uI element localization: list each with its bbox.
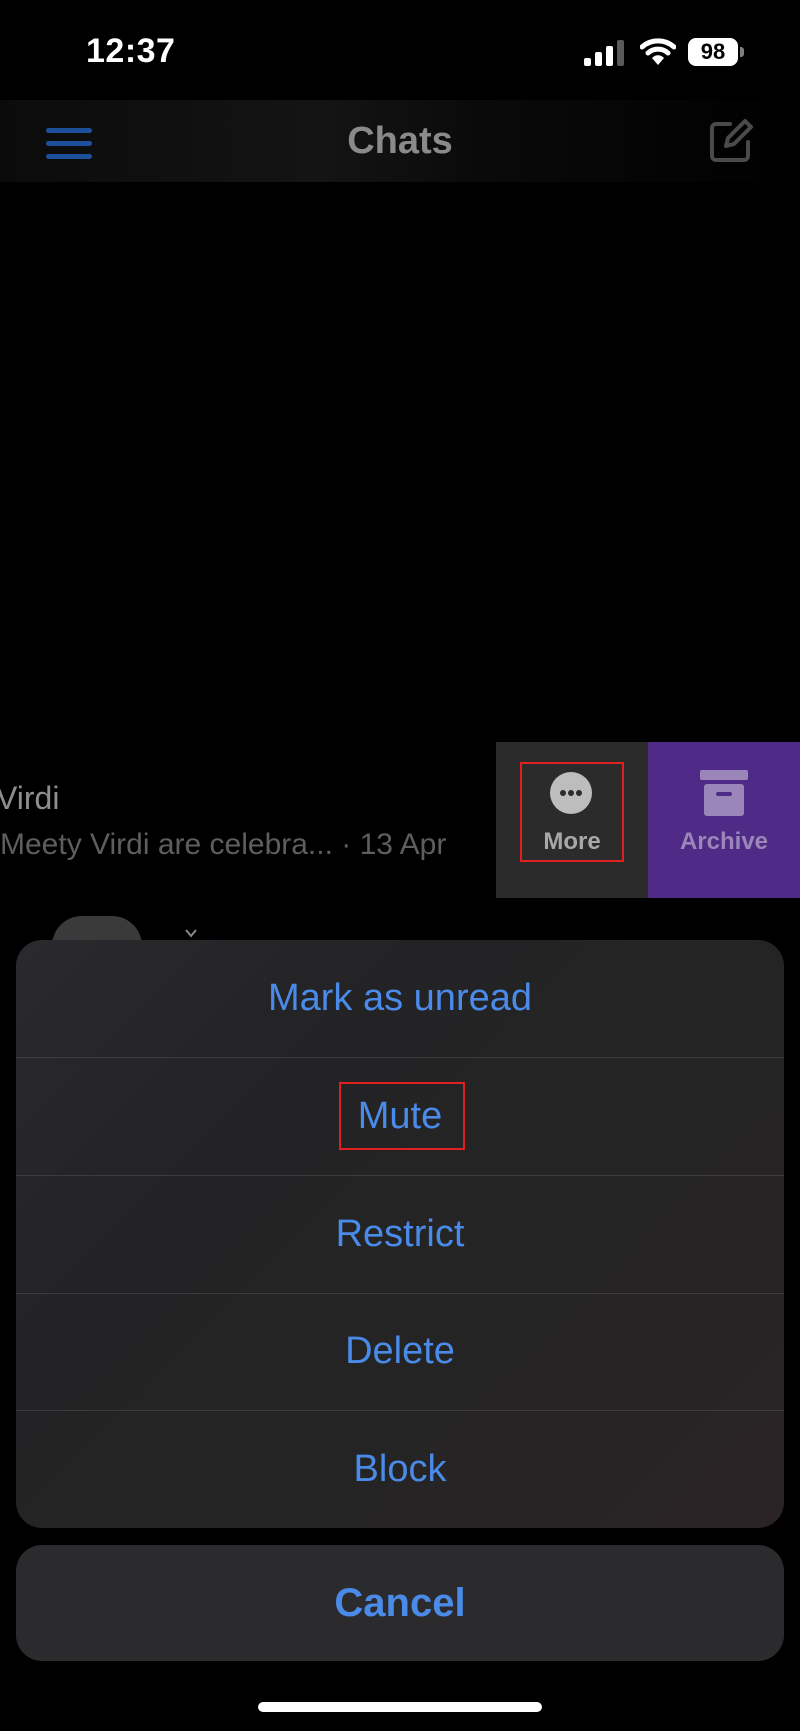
status-time: 12:37 [86,32,176,70]
battery-icon: 98 [688,38,746,66]
restrict-button[interactable]: Restrict [16,1176,784,1293]
status-bar: 12:37 98 [0,0,800,100]
archive-icon [700,770,748,816]
chat-row[interactable]: Virdi Meety Virdi are celebra... · 13 Ap… [0,742,800,898]
block-button[interactable]: Block [16,1411,784,1528]
more-label: More [543,828,601,855]
delete-button[interactable]: Delete [16,1293,784,1410]
wifi-icon [640,38,676,65]
mute-highlight-box [339,1082,465,1150]
compose-icon[interactable] [708,118,754,164]
page-title: Chats [347,120,453,162]
ellipsis-icon [550,772,592,814]
header: Chats [0,100,800,182]
chat-name: Virdi [0,780,60,816]
archive-label: Archive [679,828,769,855]
mark-as-unread-button[interactable]: Mark as unread [16,940,784,1057]
chat-preview: Meety Virdi are celebra... · 13 Apr [0,828,447,861]
swipe-archive-button[interactable]: Archive [648,742,800,898]
home-indicator[interactable] [258,1702,542,1712]
battery-cap [740,47,744,57]
swipe-more-button[interactable]: More [496,742,648,898]
cancel-button[interactable]: Cancel [16,1545,784,1661]
battery-level: 98 [688,38,738,66]
caret-icon [185,929,197,938]
screen: 12:37 98 Chats Virdi Meety Virdi are cel… [0,0,800,1731]
action-sheet: Mark as unread Mute Restrict Delete Bloc… [16,940,784,1528]
cellular-signal-icon [584,40,624,66]
